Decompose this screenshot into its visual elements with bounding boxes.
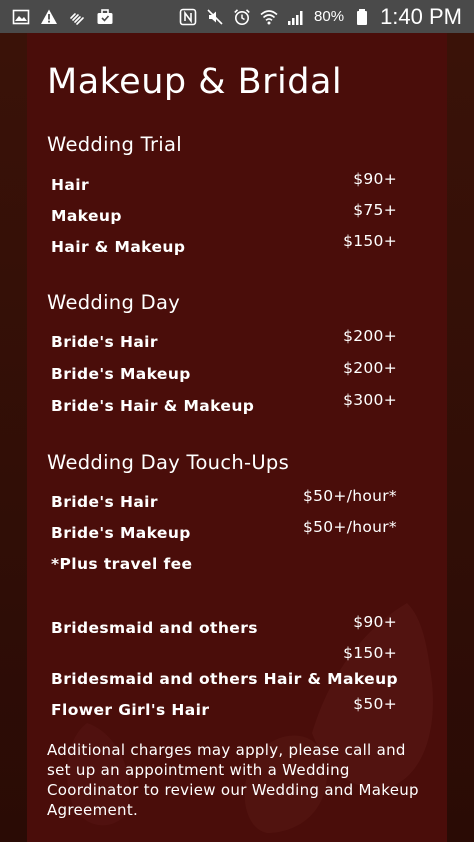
- item-name: Hair: [51, 176, 89, 194]
- item-name: Bride's Makeup: [51, 524, 191, 542]
- item-name: Flower Girl's Hair: [51, 701, 210, 719]
- battery-percentage: 80%: [314, 8, 345, 25]
- list-item: Makeup $75+: [51, 201, 397, 231]
- item-name: Bridesmaid and others Hair & Makeup: [51, 670, 398, 688]
- item-price: $50+: [353, 695, 397, 713]
- content-panel: Makeup & Bridal Wedding Trial Hair $90+ …: [27, 33, 447, 842]
- gallery-icon: [12, 8, 30, 26]
- list-item: Bride's Hair $50+/hour*: [51, 487, 397, 517]
- mute-icon: [206, 8, 224, 26]
- signal-icon: [287, 8, 305, 26]
- page-title: Makeup & Bridal: [47, 62, 343, 102]
- item-price: $200+: [343, 359, 397, 377]
- item-name: Bride's Hair: [51, 333, 158, 351]
- item-price: $200+: [343, 327, 397, 345]
- alarm-icon: [233, 8, 251, 26]
- section-title-wedding-day: Wedding Day: [47, 291, 181, 314]
- item-price: $75+: [353, 201, 397, 219]
- item-name: Bridesmaid and others: [51, 619, 258, 637]
- list-item: Hair $90+: [51, 170, 397, 200]
- travel-fee-note: *Plus travel fee: [51, 555, 193, 573]
- wifi-icon: [260, 8, 278, 26]
- item-name: Bride's Hair: [51, 493, 158, 511]
- battery-icon: [353, 8, 371, 26]
- clock-time: 1:40 PM: [380, 3, 462, 29]
- list-item: Bridesmaid and others Hair & Makeup $150…: [51, 644, 398, 694]
- briefcase-icon: [96, 8, 114, 26]
- footer-disclaimer: Additional charges may apply, please cal…: [47, 741, 419, 819]
- list-item: Bride's Hair $200+: [51, 327, 397, 357]
- hand-icon: [68, 8, 86, 26]
- item-price: $150+: [343, 232, 397, 250]
- status-bar-right-icons: 80% 1:40 PM: [179, 4, 474, 30]
- item-price: $90+: [353, 613, 397, 631]
- item-price: $90+: [353, 170, 397, 188]
- list-item: Hair & Makeup $150+: [51, 232, 397, 262]
- item-price: $50+/hour*: [302, 487, 397, 505]
- item-name: Bride's Hair & Makeup: [51, 397, 255, 415]
- item-price: $300+: [343, 391, 397, 409]
- item-price: $50+/hour*: [302, 518, 397, 536]
- list-item: Bridesmaid and others $90+: [51, 613, 397, 643]
- status-bar-left-icons: [0, 8, 114, 26]
- status-bar: 80% 1:40 PM: [0, 0, 474, 33]
- section-title-wedding-trial: Wedding Trial: [47, 133, 182, 156]
- list-item: Flower Girl's Hair $50+: [51, 695, 397, 725]
- item-price: $150+: [343, 644, 397, 662]
- list-item: Bride's Makeup $200+: [51, 359, 397, 389]
- item-name: Hair & Makeup: [51, 238, 186, 256]
- section-title-wedding-day-touch-ups: Wedding Day Touch-Ups: [47, 451, 290, 474]
- nfc-icon: [179, 8, 197, 26]
- list-item: Bride's Hair & Makeup $300+: [51, 391, 397, 421]
- item-name: Bride's Makeup: [51, 365, 191, 383]
- item-name: Makeup: [51, 207, 122, 225]
- warning-icon: [40, 8, 58, 26]
- list-item: Bride's Makeup $50+/hour*: [51, 518, 397, 548]
